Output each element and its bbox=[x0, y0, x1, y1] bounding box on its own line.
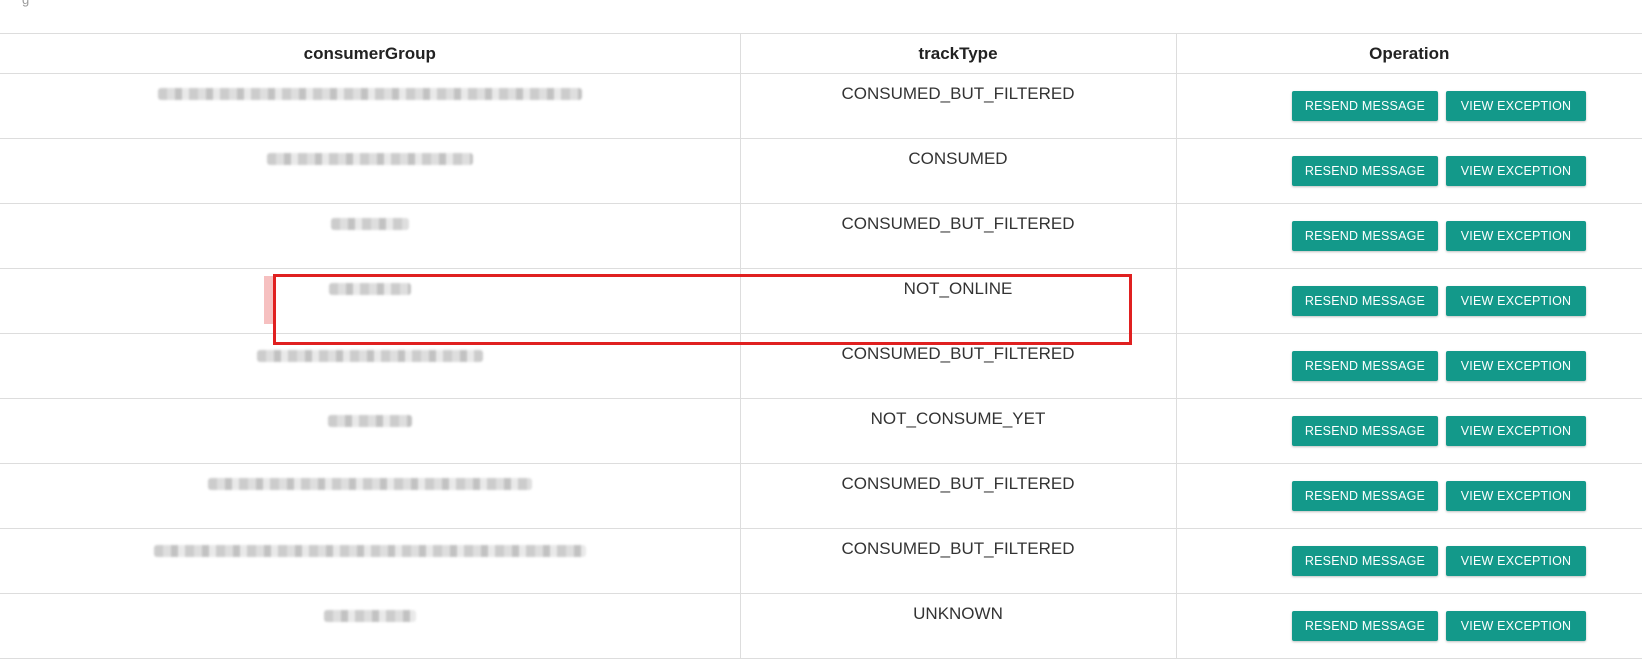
table-row: CONSUMED_BUT_FILTERED RESEND MESSAGE VIE… bbox=[0, 528, 1642, 594]
consumer-group-cell bbox=[0, 138, 740, 204]
redacted-consumer-group bbox=[327, 415, 412, 427]
consumer-group-cell bbox=[0, 593, 740, 659]
table-row: CONSUMED RESEND MESSAGE VIEW EXCEPTION bbox=[0, 138, 1642, 204]
view-exception-button[interactable]: VIEW EXCEPTION bbox=[1446, 611, 1586, 641]
track-type-cell: NOT_ONLINE bbox=[739, 268, 1176, 334]
column-header-consumer-group: consumerGroup bbox=[0, 33, 740, 74]
consumer-group-cell bbox=[0, 528, 740, 594]
track-type-value: CONSUMED_BUT_FILTERED bbox=[841, 539, 1075, 558]
view-exception-button[interactable]: VIEW EXCEPTION bbox=[1446, 221, 1586, 251]
consumer-group-cell bbox=[0, 73, 740, 139]
table-body: CONSUMED_BUT_FILTERED RESEND MESSAGE VIE… bbox=[0, 73, 1642, 659]
view-exception-button[interactable]: VIEW EXCEPTION bbox=[1446, 416, 1586, 446]
resend-message-button[interactable]: RESEND MESSAGE bbox=[1292, 611, 1438, 641]
view-exception-button[interactable]: VIEW EXCEPTION bbox=[1446, 351, 1586, 381]
table-row: CONSUMED_BUT_FILTERED RESEND MESSAGE VIE… bbox=[0, 73, 1642, 139]
redacted-consumer-group bbox=[157, 88, 582, 100]
page-header-fragment: g bbox=[22, 0, 29, 7]
track-type-value: CONSUMED bbox=[908, 149, 1008, 168]
operation-cell: RESEND MESSAGE VIEW EXCEPTION bbox=[1175, 463, 1642, 529]
operation-cell: RESEND MESSAGE VIEW EXCEPTION bbox=[1175, 398, 1642, 464]
track-type-cell: CONSUMED bbox=[739, 138, 1176, 204]
view-exception-button[interactable]: VIEW EXCEPTION bbox=[1446, 481, 1586, 511]
track-type-value: CONSUMED_BUT_FILTERED bbox=[841, 474, 1075, 493]
operation-cell: RESEND MESSAGE VIEW EXCEPTION bbox=[1175, 203, 1642, 269]
operation-cell: RESEND MESSAGE VIEW EXCEPTION bbox=[1175, 73, 1642, 139]
resend-message-button[interactable]: RESEND MESSAGE bbox=[1292, 286, 1438, 316]
resend-message-button[interactable]: RESEND MESSAGE bbox=[1292, 221, 1438, 251]
annotation-smudge bbox=[264, 276, 276, 324]
consumer-group-cell bbox=[0, 398, 740, 464]
view-exception-button[interactable]: VIEW EXCEPTION bbox=[1446, 91, 1586, 121]
redacted-consumer-group bbox=[328, 283, 411, 295]
consumer-group-cell bbox=[0, 268, 740, 334]
resend-message-button[interactable]: RESEND MESSAGE bbox=[1292, 416, 1438, 446]
redacted-consumer-group bbox=[330, 218, 409, 230]
resend-message-button[interactable]: RESEND MESSAGE bbox=[1292, 156, 1438, 186]
table-row: UNKNOWN RESEND MESSAGE VIEW EXCEPTION bbox=[0, 593, 1642, 659]
message-track-table: consumerGroup trackType Operation CONSUM… bbox=[0, 33, 1642, 659]
resend-message-button[interactable]: RESEND MESSAGE bbox=[1292, 481, 1438, 511]
table-header-row: consumerGroup trackType Operation bbox=[0, 33, 1642, 74]
operation-cell: RESEND MESSAGE VIEW EXCEPTION bbox=[1175, 528, 1642, 594]
redacted-consumer-group bbox=[256, 350, 483, 362]
track-type-value: CONSUMED_BUT_FILTERED bbox=[841, 84, 1075, 103]
view-exception-button[interactable]: VIEW EXCEPTION bbox=[1446, 286, 1586, 316]
table-header: consumerGroup trackType Operation bbox=[0, 33, 1642, 74]
redacted-consumer-group bbox=[153, 545, 586, 557]
table-row: CONSUMED_BUT_FILTERED RESEND MESSAGE VIE… bbox=[0, 333, 1642, 399]
track-type-value: CONSUMED_BUT_FILTERED bbox=[841, 344, 1075, 363]
track-type-cell: CONSUMED_BUT_FILTERED bbox=[739, 73, 1176, 139]
redacted-consumer-group bbox=[323, 610, 416, 622]
resend-message-button[interactable]: RESEND MESSAGE bbox=[1292, 91, 1438, 121]
table-row: NOT_ONLINE RESEND MESSAGE VIEW EXCEPTION bbox=[0, 268, 1642, 334]
operation-cell: RESEND MESSAGE VIEW EXCEPTION bbox=[1175, 593, 1642, 659]
consumer-group-cell bbox=[0, 333, 740, 399]
view-exception-button[interactable]: VIEW EXCEPTION bbox=[1446, 156, 1586, 186]
table-row: CONSUMED_BUT_FILTERED RESEND MESSAGE VIE… bbox=[0, 203, 1642, 269]
operation-cell: RESEND MESSAGE VIEW EXCEPTION bbox=[1175, 268, 1642, 334]
track-type-cell: CONSUMED_BUT_FILTERED bbox=[739, 203, 1176, 269]
redacted-consumer-group bbox=[266, 153, 473, 165]
track-type-cell: UNKNOWN bbox=[739, 593, 1176, 659]
track-type-cell: CONSUMED_BUT_FILTERED bbox=[739, 528, 1176, 594]
resend-message-button[interactable]: RESEND MESSAGE bbox=[1292, 546, 1438, 576]
track-type-cell: CONSUMED_BUT_FILTERED bbox=[739, 463, 1176, 529]
track-type-value: CONSUMED_BUT_FILTERED bbox=[841, 214, 1075, 233]
operation-cell: RESEND MESSAGE VIEW EXCEPTION bbox=[1175, 333, 1642, 399]
redacted-consumer-group bbox=[207, 478, 532, 490]
operation-cell: RESEND MESSAGE VIEW EXCEPTION bbox=[1175, 138, 1642, 204]
column-header-operation: Operation bbox=[1175, 33, 1642, 74]
track-type-cell: CONSUMED_BUT_FILTERED bbox=[739, 333, 1176, 399]
resend-message-button[interactable]: RESEND MESSAGE bbox=[1292, 351, 1438, 381]
consumer-group-cell bbox=[0, 463, 740, 529]
column-header-track-type: trackType bbox=[739, 33, 1176, 74]
view-exception-button[interactable]: VIEW EXCEPTION bbox=[1446, 546, 1586, 576]
track-type-value: NOT_CONSUME_YET bbox=[870, 409, 1046, 428]
track-type-cell: NOT_CONSUME_YET bbox=[739, 398, 1176, 464]
consumer-group-cell bbox=[0, 203, 740, 269]
track-type-value: UNKNOWN bbox=[913, 604, 1003, 623]
track-type-value: NOT_ONLINE bbox=[903, 279, 1013, 298]
table-row: CONSUMED_BUT_FILTERED RESEND MESSAGE VIE… bbox=[0, 463, 1642, 529]
table-row: NOT_CONSUME_YET RESEND MESSAGE VIEW EXCE… bbox=[0, 398, 1642, 464]
